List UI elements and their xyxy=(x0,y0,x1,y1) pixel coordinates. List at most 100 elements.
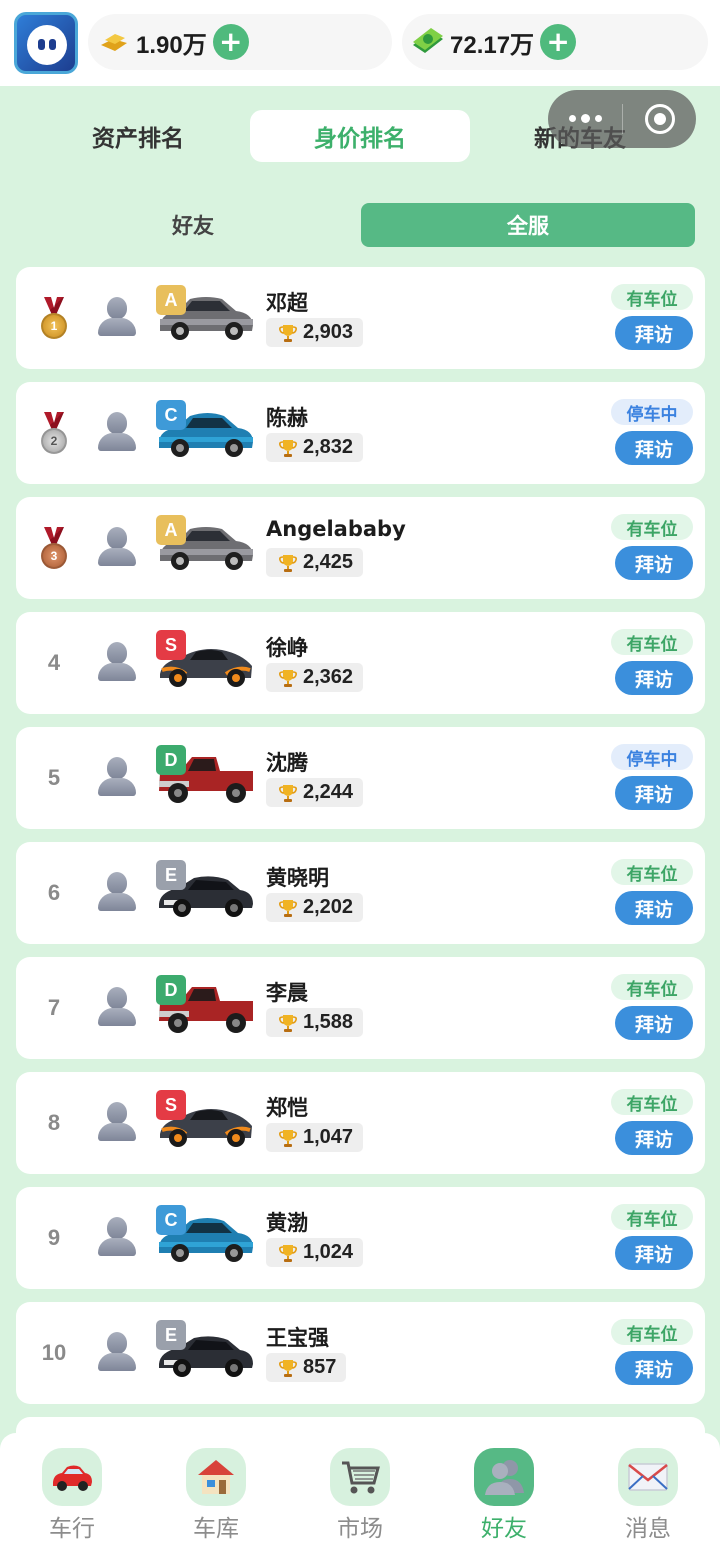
garage-house-icon xyxy=(186,1448,246,1506)
parking-status-badge: 有车位 xyxy=(611,859,693,885)
trophy-icon xyxy=(278,1358,298,1378)
close-miniprogram-icon[interactable] xyxy=(623,104,696,134)
user-avatar-icon[interactable] xyxy=(98,872,136,912)
visit-button[interactable]: 拜访 xyxy=(615,316,693,350)
user-avatar-icon[interactable] xyxy=(98,1332,136,1372)
nav-label: 消息 xyxy=(625,1516,671,1542)
ranking-list: 1 A 邓超 2,903 有车位 拜访 2 C 陈赫 2,832 停车中 拜访 xyxy=(16,267,705,1457)
ranking-row: 3 A Angelababy 2,425 有车位 拜访 xyxy=(16,497,705,599)
visit-button[interactable]: 拜访 xyxy=(615,1006,693,1040)
user-avatar-icon[interactable] xyxy=(98,412,136,452)
rank-number: 1 xyxy=(41,313,67,339)
ranking-row: 8 S 郑恺 1,047 有车位 拜访 xyxy=(16,1072,705,1174)
score-badge: 1,588 xyxy=(266,1008,364,1037)
score-value: 1,588 xyxy=(303,1011,354,1033)
friends-icon xyxy=(474,1448,534,1506)
rank-number: 3 xyxy=(41,543,67,569)
bronze-medal-icon: 3 xyxy=(41,527,67,569)
score-badge: 2,903 xyxy=(266,318,364,347)
more-icon[interactable] xyxy=(548,114,622,123)
user-avatar-icon[interactable] xyxy=(98,1217,136,1257)
tab-friends-scope[interactable]: 好友 xyxy=(26,203,360,247)
add-gold-button[interactable]: + xyxy=(212,24,249,60)
ranking-row: 6 E 黄晓明 2,202 有车位 拜访 xyxy=(16,842,705,944)
user-name: 黄渤 xyxy=(266,1211,308,1235)
tab-asset-ranking[interactable]: 资产排名 xyxy=(28,110,248,162)
rank-number: 7 xyxy=(47,995,61,1020)
tab-all-server-scope[interactable]: 全服 xyxy=(361,203,695,247)
visit-button[interactable]: 拜访 xyxy=(615,1121,693,1155)
nav-label: 好友 xyxy=(481,1516,527,1542)
user-avatar-icon[interactable] xyxy=(98,1102,136,1142)
score-badge: 1,024 xyxy=(266,1238,364,1267)
score-value: 2,425 xyxy=(303,551,354,573)
nav-item-3[interactable]: 好友 xyxy=(432,1433,576,1554)
nav-item-1[interactable]: 车库 xyxy=(144,1433,288,1554)
rank-medal: 3 xyxy=(28,497,80,599)
cash-balance: 72.17万 + xyxy=(402,14,708,70)
parking-status-badge: 停车中 xyxy=(611,744,693,770)
score-badge: 2,202 xyxy=(266,893,364,922)
rank-number: 2 xyxy=(41,428,67,454)
rank-number: 6 xyxy=(47,880,61,905)
tab-value-ranking[interactable]: 身价排名 xyxy=(250,110,470,162)
ranking-row: 5 D 沈腾 2,244 停车中 拜访 xyxy=(16,727,705,829)
visit-button[interactable]: 拜访 xyxy=(615,431,693,465)
nav-item-0[interactable]: 车行 xyxy=(0,1433,144,1554)
parking-status-badge: 有车位 xyxy=(611,629,693,655)
miniprogram-capsule xyxy=(548,90,696,148)
score-value: 857 xyxy=(303,1356,337,1378)
parking-status-badge: 停车中 xyxy=(611,399,693,425)
user-name: 沈腾 xyxy=(266,751,308,775)
user-name: 邓超 xyxy=(266,291,308,315)
visit-button[interactable]: 拜访 xyxy=(615,891,693,925)
user-avatar-icon[interactable] xyxy=(98,297,136,337)
car-grade-badge: E xyxy=(156,1320,186,1350)
visit-button[interactable]: 拜访 xyxy=(615,776,693,810)
car-icon xyxy=(42,1448,102,1506)
visit-button[interactable]: 拜访 xyxy=(615,1236,693,1270)
add-cash-button[interactable]: + xyxy=(540,24,577,60)
user-avatar-icon[interactable] xyxy=(98,527,136,567)
score-badge: 2,362 xyxy=(266,663,364,692)
parking-status-badge: 有车位 xyxy=(611,284,693,310)
car-grade-badge: D xyxy=(156,975,186,1005)
ranking-row: 1 A 邓超 2,903 有车位 拜访 xyxy=(16,267,705,369)
cash-stack-icon xyxy=(410,27,446,57)
nav-label: 市场 xyxy=(337,1516,383,1542)
nav-item-4[interactable]: 消息 xyxy=(576,1433,720,1554)
score-badge: 1,047 xyxy=(266,1123,364,1152)
bottom-nav: 车行 车库 市场 好友 消息 xyxy=(0,1433,720,1554)
user-avatar-icon[interactable] xyxy=(98,987,136,1027)
app-avatar[interactable] xyxy=(14,12,78,74)
shopping-cart-icon xyxy=(330,1448,390,1506)
visit-button[interactable]: 拜访 xyxy=(615,661,693,695)
user-avatar-icon[interactable] xyxy=(98,642,136,682)
gold-medal-icon: 1 xyxy=(41,297,67,339)
trophy-icon xyxy=(278,438,298,458)
score-badge: 2,425 xyxy=(266,548,364,577)
visit-button[interactable]: 拜访 xyxy=(615,1351,693,1385)
car-grade-badge: S xyxy=(156,630,186,660)
trophy-icon xyxy=(278,668,298,688)
trophy-icon xyxy=(278,323,298,343)
score-value: 2,244 xyxy=(303,781,354,803)
parking-status-badge: 有车位 xyxy=(611,1089,693,1115)
nav-item-2[interactable]: 市场 xyxy=(288,1433,432,1554)
score-value: 2,362 xyxy=(303,666,354,688)
score-value: 2,832 xyxy=(303,436,354,458)
parking-status-badge: 有车位 xyxy=(611,1204,693,1230)
user-name: 郑恺 xyxy=(266,1096,308,1120)
visit-button[interactable]: 拜访 xyxy=(615,546,693,580)
car-grade-badge: E xyxy=(156,860,186,890)
trophy-icon xyxy=(278,1128,298,1148)
user-name: 王宝强 xyxy=(266,1326,329,1350)
score-value: 1,047 xyxy=(303,1126,354,1148)
score-value: 2,202 xyxy=(303,896,354,918)
rank-medal: 2 xyxy=(28,382,80,484)
gold-value: 1.90万 xyxy=(136,31,207,59)
score-badge: 857 xyxy=(266,1353,347,1382)
parking-status-badge: 有车位 xyxy=(611,1319,693,1345)
cash-value: 72.17万 xyxy=(450,31,535,59)
user-avatar-icon[interactable] xyxy=(98,757,136,797)
